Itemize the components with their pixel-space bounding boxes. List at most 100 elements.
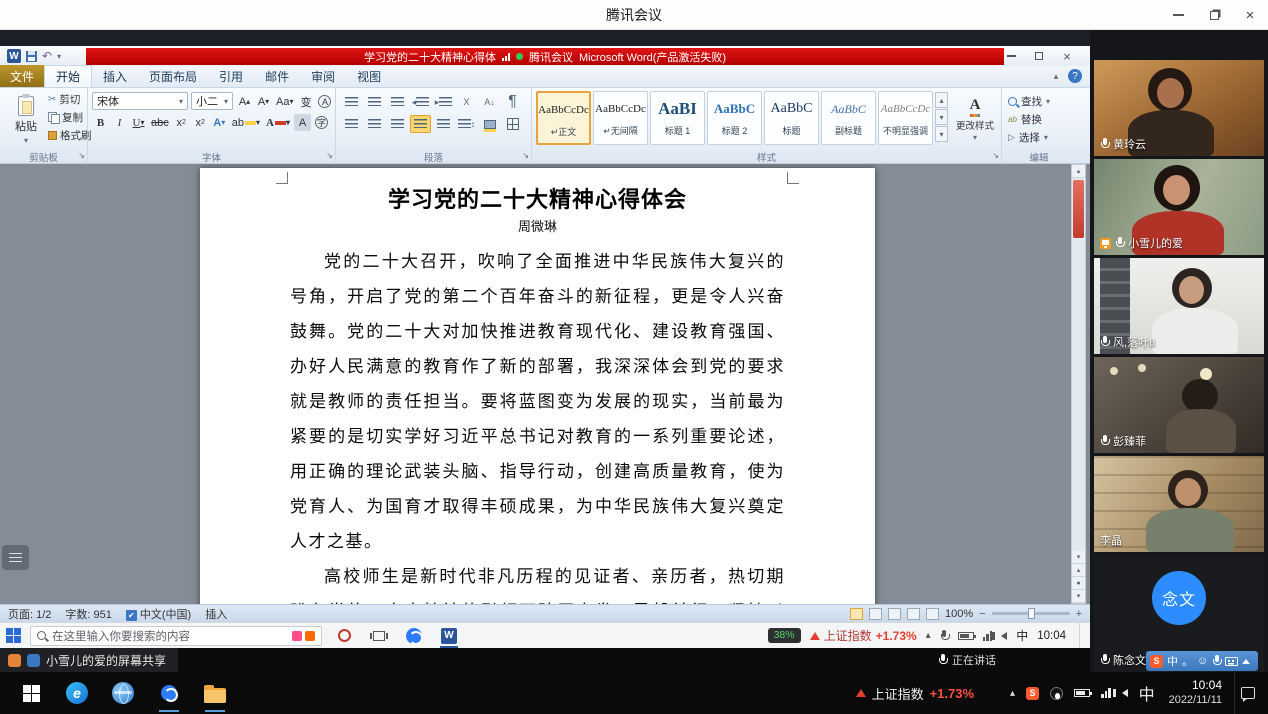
multilevel-list-button[interactable] — [387, 93, 408, 111]
outline-view-button[interactable] — [907, 608, 920, 620]
participant-tile[interactable]: 李晶 — [1094, 456, 1264, 552]
enclose-character-button[interactable]: 字 — [313, 114, 330, 131]
styles-dialog-launcher[interactable]: ↘ — [992, 151, 999, 161]
taobao-icon[interactable] — [305, 631, 315, 641]
zoom-slider-thumb[interactable] — [1028, 608, 1035, 619]
show-marks-button[interactable]: ¶ — [502, 93, 523, 111]
underline-button[interactable]: U▾ — [130, 114, 147, 131]
grow-font-button[interactable]: A▴ — [236, 93, 253, 110]
font-size-select[interactable]: 小二▾ — [191, 92, 233, 110]
quark-browser-icon[interactable] — [146, 672, 192, 714]
emoji-icon[interactable]: ☺ — [1197, 655, 1208, 667]
scroll-up-icon[interactable]: ▴ — [1072, 165, 1085, 178]
shopping-icon[interactable] — [292, 631, 302, 641]
word-logo-icon[interactable]: W — [7, 49, 21, 63]
zoom-level[interactable]: 100% — [945, 608, 973, 620]
sort-button[interactable]: A↓ — [479, 93, 500, 111]
change-styles-button[interactable]: A 更改样式 ▾ — [952, 91, 998, 147]
shared-show-desktop-sliver[interactable] — [1079, 623, 1084, 648]
print-layout-view-button[interactable] — [850, 608, 863, 620]
clipboard-dialog-launcher[interactable]: ↘ — [78, 151, 85, 161]
word-minimize-button[interactable] — [1002, 48, 1020, 64]
edge-browser-icon[interactable]: e — [54, 672, 100, 714]
collapse-ribbon-icon[interactable]: ▴ — [1051, 71, 1061, 81]
align-left-button[interactable] — [341, 115, 362, 133]
network-icon[interactable] — [1101, 688, 1111, 698]
battery-percent-badge[interactable]: 38% — [768, 628, 801, 643]
word-close-button[interactable]: × — [1058, 48, 1076, 64]
find-button[interactable]: 查找▾ — [1008, 94, 1050, 109]
vertical-scrollbar[interactable]: ▴ ▾ ▴ ● ▾ — [1071, 164, 1086, 604]
file-explorer-icon[interactable] — [192, 672, 238, 714]
strikethrough-button[interactable]: abc — [149, 114, 171, 131]
start-button[interactable] — [8, 672, 54, 714]
clear-formatting-button[interactable]: 变 — [297, 93, 314, 110]
ime-punct-indicator[interactable]: 。 — [1182, 653, 1193, 669]
browse-object-icon[interactable]: ● — [1072, 577, 1085, 590]
word-restore-button[interactable] — [1030, 48, 1048, 64]
tab-references[interactable]: 引用 — [208, 65, 254, 87]
document-area[interactable]: 学习党的二十大精神心得体会 周微琳 党的二十大召开，吹响了全面推进中华民族伟大复… — [0, 164, 1090, 604]
ime-mode-indicator[interactable]: 中 — [1167, 653, 1178, 669]
paste-button[interactable]: 粘贴 ▾ — [8, 92, 44, 148]
replace-button[interactable]: ab替换 — [1008, 112, 1042, 127]
superscript-button[interactable]: x2 — [192, 114, 209, 131]
tab-view[interactable]: 视图 — [346, 65, 392, 87]
task-view-icon[interactable] — [366, 624, 392, 648]
sogou-ime-bar[interactable]: S 中 。 ☺ — [1146, 651, 1258, 671]
select-button[interactable]: ▷选择▾ — [1008, 130, 1048, 145]
bold-button[interactable]: B — [92, 114, 109, 131]
shared-network-icon[interactable] — [983, 631, 993, 641]
restore-button[interactable] — [1196, 0, 1232, 30]
line-spacing-button[interactable]: ↕ — [456, 115, 477, 133]
tab-file[interactable]: 文件 — [0, 65, 44, 87]
text-effects-button[interactable]: A▾ — [211, 114, 228, 131]
font-dialog-launcher[interactable]: ↘ — [326, 151, 333, 161]
gallery-up-icon[interactable]: ▴ — [935, 92, 948, 108]
shading-button[interactable] — [479, 115, 500, 133]
change-case-button[interactable]: Aa▾ — [274, 93, 295, 110]
host-ime-indicator[interactable]: 中 — [1139, 681, 1155, 705]
shared-clock[interactable]: 10:04 — [1037, 630, 1066, 642]
browser-globe-icon[interactable] — [100, 672, 146, 714]
previous-page-icon[interactable]: ▴ — [1072, 564, 1085, 577]
qat-dropdown-icon[interactable]: ▾ — [57, 52, 61, 61]
opera-icon[interactable] — [331, 624, 357, 648]
style-subtitle[interactable]: AaBbC副标题 — [821, 91, 876, 145]
tab-home[interactable]: 开始 — [44, 65, 92, 87]
decrease-indent-button[interactable]: ◂ — [410, 93, 431, 111]
next-page-icon[interactable]: ▾ — [1072, 590, 1085, 603]
style-heading2[interactable]: AaBbC标题 2 — [707, 91, 762, 145]
web-layout-view-button[interactable] — [888, 608, 901, 620]
tray-expand-icon[interactable]: ▴ — [1010, 688, 1015, 699]
copy-button[interactable]: 复制 — [48, 110, 92, 125]
participant-tile[interactable]: 黄玲云 — [1094, 60, 1264, 156]
insert-mode-indicator[interactable]: 插入 — [205, 606, 227, 622]
help-icon[interactable]: ? — [1068, 69, 1082, 83]
language-indicator[interactable]: ✔中文(中国) — [126, 606, 191, 622]
fullscreen-view-button[interactable] — [869, 608, 882, 620]
zoom-in-button[interactable]: + — [1076, 608, 1082, 620]
format-painter-button[interactable]: 格式刷 — [48, 128, 92, 143]
tab-page-layout[interactable]: 页面布局 — [138, 65, 208, 87]
subscript-button[interactable]: x2 — [173, 114, 190, 131]
increase-indent-button[interactable]: ▸ — [433, 93, 454, 111]
bullets-button[interactable] — [341, 93, 362, 111]
ime-collapse-icon[interactable] — [1242, 659, 1250, 664]
tab-mailings[interactable]: 邮件 — [254, 65, 300, 87]
shared-stock-ticker[interactable]: 上证指数 +1.73% — [810, 627, 917, 644]
shrink-font-button[interactable]: A▾ — [255, 93, 272, 110]
numbering-button[interactable] — [364, 93, 385, 111]
page-indicator[interactable]: 页面: 1/2 — [8, 606, 51, 622]
distribute-button[interactable] — [433, 115, 454, 133]
keyboard-icon[interactable] — [1225, 657, 1238, 666]
gallery-more-icon[interactable]: ▾ — [935, 126, 948, 142]
action-center-button[interactable] — [1234, 672, 1260, 714]
zoom-slider[interactable] — [992, 612, 1070, 615]
highlight-color-button[interactable]: ab▾ — [230, 114, 262, 131]
participant-tile[interactable]: 彭臻菲 — [1094, 357, 1264, 453]
paragraph-dialog-launcher[interactable]: ↘ — [522, 151, 529, 161]
justify-button[interactable] — [410, 115, 431, 133]
zoom-out-button[interactable]: − — [979, 608, 985, 620]
style-heading1[interactable]: AaBI标题 1 — [650, 91, 705, 145]
